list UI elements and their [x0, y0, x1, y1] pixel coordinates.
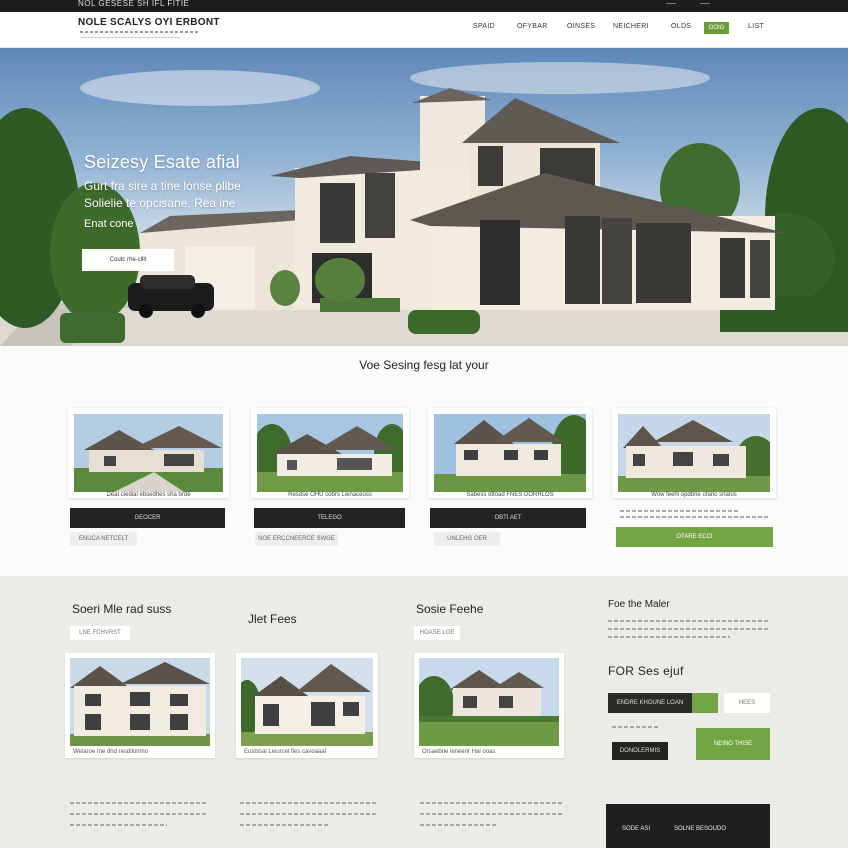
top-bar: NOL GESESE SH IFL FITIE	[0, 0, 848, 12]
article-text	[70, 802, 208, 835]
nav-item-1[interactable]: SPAID	[473, 23, 495, 30]
featured-heading: Voe Sesing fesg lat your	[359, 358, 489, 372]
brand-tagline-line	[80, 37, 180, 38]
hero-title: Seizesy Esate afial	[84, 152, 240, 172]
top-bar-text: NOL GESESE SH IFL FITIE	[78, 0, 190, 8]
listing-photo	[257, 414, 403, 492]
listing-card[interactable]: Sabess ottoad FNES DORRLOS	[428, 408, 592, 498]
article-photo	[241, 658, 373, 746]
footer-banner-left: SODE ASI	[622, 826, 651, 832]
article-card[interactable]: Eusbisal Leiurcel fies cavoaaal	[236, 653, 378, 758]
article-text	[240, 802, 378, 835]
column-title: Jlet Fees	[248, 612, 297, 626]
listing-photo	[618, 414, 770, 492]
article-card[interactable]: Welaroe Ine dhd resdilonmo	[65, 653, 215, 758]
sidebar-dark-button[interactable]: DONOLERMIS	[612, 742, 668, 760]
sidebar-text	[608, 620, 770, 647]
listing-button[interactable]: GEOCER	[70, 508, 225, 528]
article-photo	[419, 658, 559, 746]
nav-cta-button[interactable]: OOIG	[704, 22, 729, 34]
column-title: Sosie Feehe	[416, 602, 484, 616]
nav-item-4[interactable]: NEICHERI	[613, 23, 649, 30]
sidebar-secondary-button[interactable]: HEES	[724, 693, 770, 713]
sidebar-title: Foe the Maler	[608, 599, 670, 610]
listing-card[interactable]: Deat ciedial ebsedhes sha brde	[68, 408, 229, 498]
listing-description	[620, 516, 770, 518]
main-nav: NOLE SCALYS OYI ERBONT SPAID OFYBAR OINS…	[0, 12, 848, 48]
listing-tag[interactable]: ENUCA NETCELT	[70, 532, 137, 546]
footer-banner-right: SOLNE BESOUDO	[674, 826, 727, 832]
nav-item-2[interactable]: OFYBAR	[517, 23, 548, 30]
article-caption: Welaroe Ine dhd resdilonmo	[73, 749, 148, 755]
listing-tag[interactable]: UNLEHG OER	[434, 532, 500, 546]
listing-tag[interactable]: NOE ERCCNEERCE SWGE	[255, 532, 338, 546]
article-text	[420, 802, 562, 835]
hero-subtitle-line-2: Solielie te opcisane, Rea ine	[84, 196, 236, 210]
sidebar-footer-banner[interactable]: SODE ASI SOLNE BESOUDO	[606, 804, 770, 848]
nav-item-5[interactable]: OLDS	[671, 23, 691, 30]
hero-subtitle-line-1: Gurt fra sire a tine lonse pllbe	[84, 179, 241, 193]
listing-button[interactable]: OBTI AET	[430, 508, 586, 528]
sidebar-label	[612, 726, 660, 737]
hero-cta-button[interactable]: Coutc rhe-cllit	[82, 249, 174, 271]
listing-caption: Resdse OHU cobrs Leinaceoss	[288, 492, 372, 498]
listing-caption: Sabess ottoad FNES DORRLOS	[466, 492, 554, 498]
article-caption: Eusbisal Leiurcel fies cavoaaal	[244, 749, 327, 755]
nav-item-list[interactable]: LIST	[748, 23, 764, 30]
article-photo	[70, 658, 210, 746]
column-tag[interactable]: HOASE LOE	[414, 626, 460, 640]
listing-photo	[434, 414, 586, 492]
listing-caption: Wow feehl opdbrle ofarlo srlatos	[651, 492, 737, 498]
nav-item-3[interactable]: OINSES	[567, 23, 595, 30]
top-bar-link[interactable]	[666, 3, 676, 4]
top-bar-link[interactable]	[700, 3, 710, 4]
column-tag[interactable]: LNE FCHVRST	[70, 626, 130, 640]
sidebar-search-button[interactable]: ENDRE KHOUNE LOAN	[608, 693, 692, 713]
listing-card[interactable]: Resdse OHU cobrs Leinaceoss	[251, 408, 409, 498]
brand-logo[interactable]: NOLE SCALYS OYI ERBONT	[78, 17, 220, 28]
sidebar-go-button[interactable]	[692, 693, 718, 713]
listing-caption: Deat ciedial ebsedhes sha brde	[106, 492, 191, 498]
article-card[interactable]: Orsaebrie leneerir Hal ooas	[414, 653, 564, 758]
sidebar-action-button[interactable]: NEINO THISE	[696, 728, 770, 760]
bottom-section: Soeri Mle rad suss LNE FCHVRST Welaroe I…	[0, 576, 848, 848]
column-title: Soeri Mle rad suss	[72, 602, 172, 616]
hero-banner: Seizesy Esate afial Gurt fra sire a tine…	[0, 48, 848, 346]
hero-subtitle-line-3: Enat cone	[84, 218, 134, 230]
featured-listings: Voe Sesing fesg lat your Deat ciedial eb…	[0, 346, 848, 576]
listing-description	[620, 510, 740, 512]
listing-button[interactable]: TELEGO	[254, 508, 405, 528]
listing-photo	[74, 414, 223, 492]
sidebar-subtitle: FOR Ses ejuf	[608, 664, 684, 678]
listing-card[interactable]: Wow feehl opdbrle ofarlo srlatos	[612, 408, 776, 498]
article-caption: Orsaebrie leneerir Hal ooas	[422, 749, 496, 755]
brand-tagline	[80, 31, 198, 33]
listing-button[interactable]: OTARE ECCI	[616, 527, 773, 547]
